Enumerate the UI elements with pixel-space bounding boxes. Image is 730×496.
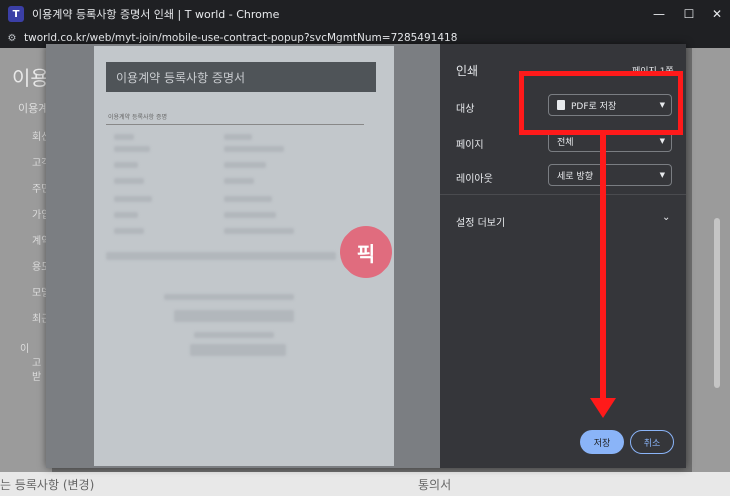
save-button[interactable]: 저장	[580, 430, 624, 454]
background-bottom-left: 는 등록사항 (변경)	[0, 478, 95, 492]
redacted-text	[114, 146, 150, 152]
background-bottom-right: 통의서	[418, 478, 452, 492]
chevron-down-icon: ▼	[659, 171, 665, 179]
chevron-down-icon[interactable]: ⌄	[662, 212, 670, 223]
redacted-text	[114, 178, 144, 184]
redacted-text	[224, 162, 266, 168]
minimize-button[interactable]: —	[642, 0, 676, 28]
redacted-text	[224, 146, 284, 152]
print-preview: 이용계약 등록사항 증명서 이용계약 등록사항 증명 픽	[46, 44, 440, 468]
background-bottom: 는 등록사항 (변경) 통의서	[0, 472, 730, 496]
redacted-text	[114, 162, 138, 168]
layout-value: 세로 방향	[557, 171, 593, 182]
background-subtitle: 이용계	[18, 102, 49, 115]
redacted-text	[194, 332, 274, 338]
redacted-text	[224, 134, 252, 140]
pages-label: 페이지	[456, 140, 484, 151]
background-notice: 이	[20, 344, 30, 355]
destination-label: 대상	[456, 104, 475, 115]
annotation-highlight-box	[519, 71, 683, 135]
redacted-text	[164, 294, 294, 300]
title-bar: T 이용계약 등록사항 증명서 인쇄 | T world - Chrome — …	[0, 0, 730, 28]
chrome-window: T 이용계약 등록사항 증명서 인쇄 | T world - Chrome — …	[0, 0, 730, 496]
page-scrollbar[interactable]	[714, 218, 720, 388]
redacted-text	[190, 344, 286, 356]
redacted-text	[224, 228, 294, 234]
background-right	[692, 48, 730, 496]
redacted-text	[224, 212, 276, 218]
annotation-arrow-line	[600, 135, 606, 400]
background-title: 이용	[12, 66, 49, 90]
url-text[interactable]: tworld.co.kr/web/myt-join/mobile-use-con…	[24, 32, 457, 44]
window-title: 이용계약 등록사항 증명서 인쇄 | T world - Chrome	[32, 8, 280, 21]
cancel-button[interactable]: 취소	[630, 430, 674, 454]
redacted-text	[174, 310, 294, 322]
layout-select[interactable]: 세로 방향 ▼	[548, 164, 672, 186]
doc-subtitle: 이용계약 등록사항 증명	[108, 114, 168, 121]
annotation-arrow-head	[590, 398, 616, 418]
more-settings-toggle[interactable]: 설정 더보기	[456, 214, 505, 229]
pages-value: 전체	[557, 137, 574, 148]
background-notice: 받	[32, 372, 42, 383]
redacted-text	[114, 134, 134, 140]
redacted-text	[114, 228, 144, 234]
close-button[interactable]: ✕	[700, 0, 730, 28]
chevron-down-icon: ▼	[659, 137, 665, 145]
site-settings-icon[interactable]: ⚙	[6, 32, 18, 44]
redacted-text	[224, 196, 272, 202]
redacted-text	[114, 196, 152, 202]
redacted-text	[106, 252, 336, 260]
redacted-text	[114, 212, 138, 218]
doc-title: 이용계약 등록사항 증명서	[106, 62, 376, 92]
tworld-favicon-icon: T	[8, 6, 24, 22]
background-notice: 고	[32, 358, 42, 369]
print-heading: 인쇄	[456, 64, 479, 78]
layout-label: 레이아웃	[456, 174, 493, 185]
redacted-text	[224, 178, 254, 184]
doc-divider	[106, 124, 364, 125]
settings-divider	[440, 194, 686, 195]
